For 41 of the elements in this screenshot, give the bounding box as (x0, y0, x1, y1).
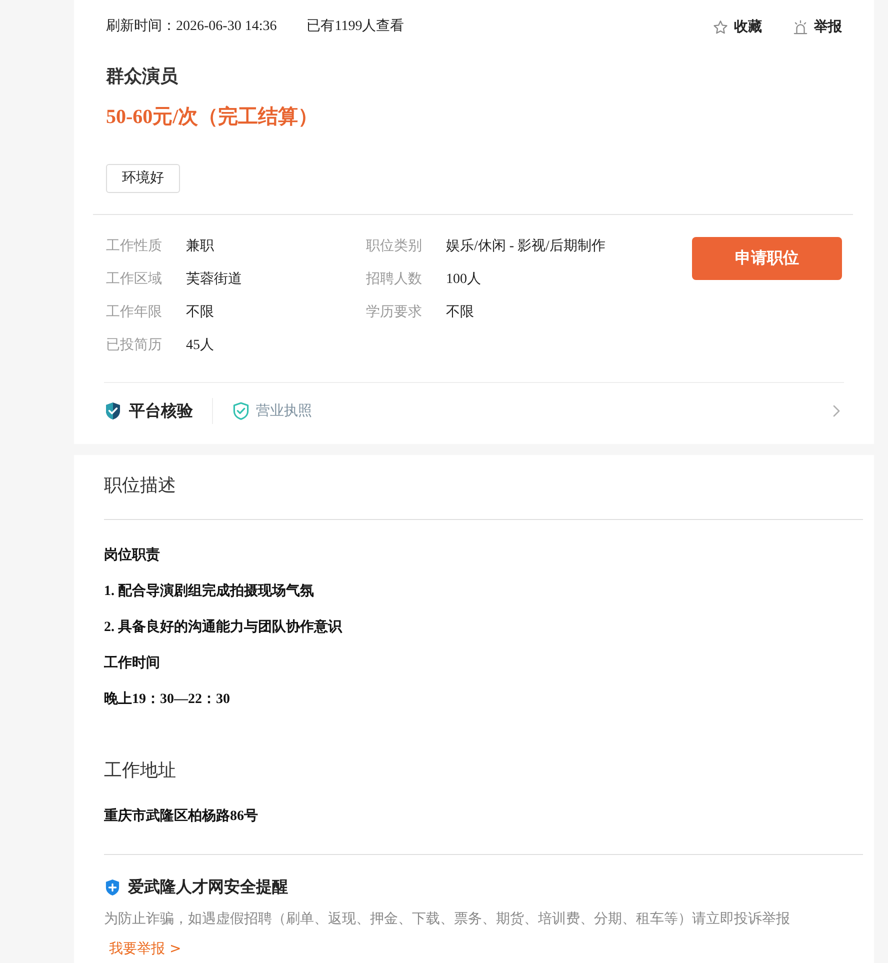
safety-notice: 为防止诈骗，如遇虚假招聘（刷单、返现、押金、下载、票务、期货、培训费、分期、租车等）请立即投诉举报 我要举报 > (104, 910, 791, 959)
shield-plus-icon (105, 878, 120, 896)
star-icon (713, 20, 728, 34)
favorite-button[interactable]: 收藏 (713, 17, 762, 37)
shield-check-icon (233, 402, 249, 420)
detail-value: 芙蓉街道 (186, 270, 242, 288)
apply-button[interactable]: 申请职位 (692, 237, 842, 280)
detail-label: 工作区域 (106, 270, 163, 288)
report-button[interactable]: 举报 (793, 17, 842, 37)
detail-label: 工作年限 (106, 302, 163, 320)
detail-label: 职位类别 (366, 236, 423, 254)
verification-label: 平台核验 (129, 400, 193, 422)
detail-label: 工作性质 (106, 236, 163, 254)
detail-value: 不限 (446, 304, 474, 320)
job-title: 群众演员 (106, 65, 179, 89)
view-count: 已有1199人查看 (306, 18, 404, 36)
detail-label: 已投简历 (106, 336, 163, 354)
description-line: 1. 配合导演剧组完成拍摄现场气氛 (104, 582, 315, 601)
section-title: 工作地址 (104, 759, 177, 783)
detail-label: 招聘人数 (366, 270, 423, 288)
report-link[interactable]: 我要举报 > (109, 941, 182, 957)
license-link[interactable]: 营业执照 (256, 402, 312, 420)
section-title: 职位描述 (104, 474, 177, 498)
description-line: 岗位职责 (104, 546, 161, 565)
refresh-time: 刷新时间：2026-06-30 14:36 (106, 17, 277, 36)
salary: 50-60元/次（完工结算） (106, 104, 320, 130)
shield-check-icon (105, 402, 121, 420)
detail-value: 娱乐/休闲 - 影视/后期制作 (446, 238, 606, 254)
detail-value: 不限 (186, 304, 214, 320)
address-text: 重庆市武隆区柏杨路86号 (104, 806, 259, 826)
siren-icon (793, 20, 808, 34)
description-line: 2. 具备良好的沟通能力与团队协作意识 (104, 618, 344, 637)
detail-label: 学历要求 (366, 302, 423, 320)
detail-value: 45人 (186, 336, 214, 354)
description-line: 晚上19：30—22：30 (104, 690, 231, 709)
safety-title: 爱武隆人才网安全提醒 (128, 876, 288, 898)
tag: 环境好 (106, 164, 180, 193)
description-line: 工作时间 (104, 654, 161, 673)
chevron-right-icon[interactable] (833, 405, 840, 417)
detail-value: 100人 (446, 270, 481, 288)
detail-value: 兼职 (186, 238, 214, 254)
